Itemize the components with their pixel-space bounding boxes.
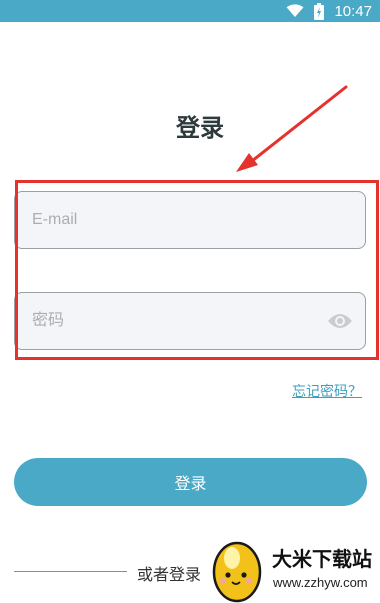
watermark: 大米下载站 www.zzhyw.com (210, 530, 380, 603)
egg-mascot-icon (212, 541, 262, 603)
email-field[interactable] (15, 192, 365, 248)
status-bar: 10:47 (0, 0, 380, 22)
password-field[interactable] (15, 293, 365, 349)
forgot-password-link[interactable]: 忘记密码？ (292, 381, 362, 401)
battery-icon (314, 2, 325, 20)
page-title: 登录 (176, 114, 224, 142)
divider-line (14, 571, 127, 572)
login-button[interactable]: 登录 (14, 458, 367, 506)
email-field-container (14, 191, 366, 249)
status-icons: 10:47 (286, 0, 372, 22)
password-field-container (14, 292, 366, 350)
watermark-url: www.zzhyw.com (273, 575, 368, 590)
status-time: 10:47 (334, 2, 372, 20)
watermark-site-name: 大米下载站 (272, 547, 372, 571)
alt-login-label: 或者登录 (137, 565, 202, 584)
wifi-icon (286, 4, 304, 17)
eye-icon[interactable] (327, 311, 353, 331)
